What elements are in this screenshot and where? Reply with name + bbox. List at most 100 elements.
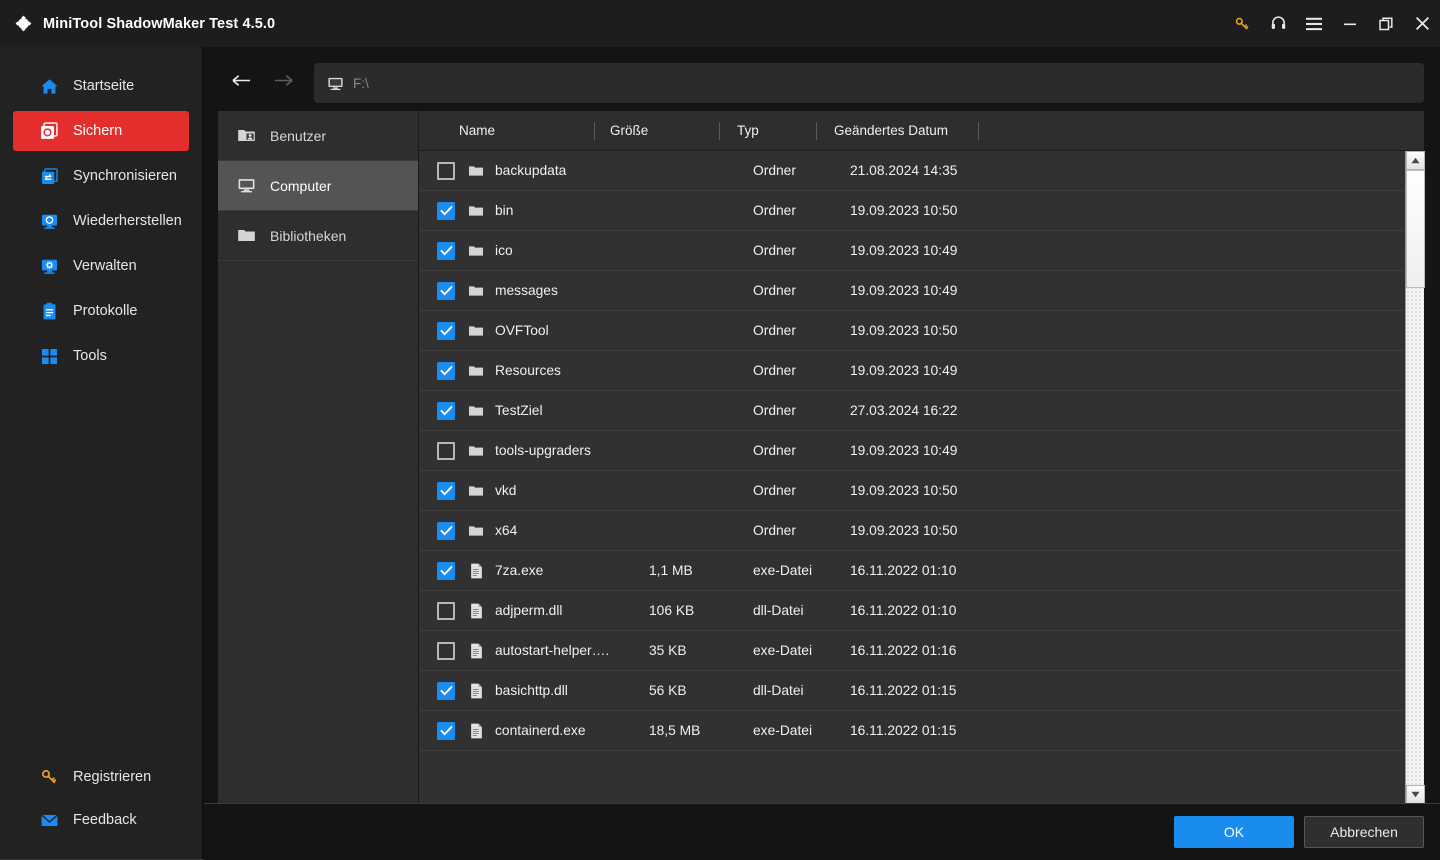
folder-icon	[467, 482, 485, 500]
file-icon	[467, 722, 485, 740]
manage-gear-monitor-icon	[39, 256, 59, 276]
title-bar: MiniTool ShadowMaker Test 4.5.0	[0, 0, 1440, 47]
column-header-size[interactable]: Größe	[595, 111, 720, 151]
close-icon[interactable]	[1404, 0, 1440, 47]
forward-button[interactable]	[262, 63, 304, 103]
table-row[interactable]: containerd.exe 18,5 MB exe-Datei 16.11.2022…	[419, 711, 1424, 751]
back-button[interactable]	[220, 63, 262, 103]
table-row[interactable]: basichttp.dll 56 KB dll-Datei 16.11.2022 01…	[419, 671, 1424, 711]
cell-type: dll-Datei	[753, 683, 804, 698]
scrollbar-track[interactable]	[1406, 170, 1425, 785]
sidebar-item-label: Tools	[73, 348, 107, 364]
scroll-up-arrow-icon[interactable]	[1406, 151, 1425, 170]
tree-item-computer[interactable]: Computer	[218, 161, 418, 211]
row-checkbox[interactable]	[437, 601, 455, 620]
table-row[interactable]: 7za.exe 1,1 MB exe-Datei 16.11.2022 01:10	[419, 551, 1424, 591]
folder-icon	[467, 242, 485, 260]
sidebar-item-verwalten[interactable]: Verwalten	[13, 246, 189, 286]
row-checkbox[interactable]	[437, 161, 455, 180]
column-header-date[interactable]: Geändertes Datum	[817, 111, 979, 151]
row-checkbox[interactable]	[437, 641, 455, 660]
address-bar[interactable]: F:\	[314, 63, 1424, 103]
file-icon	[467, 682, 485, 700]
table-row[interactable]: backupdata Ordner 21.08.2024 14:35	[419, 151, 1424, 191]
table-row[interactable]: tools-upgraders Ordner 19.09.2023 10:49	[419, 431, 1424, 471]
table-row[interactable]: autostart-helper…. 35 KB exe-Datei 16.11.20…	[419, 631, 1424, 671]
table-row[interactable]: messages Ordner 19.09.2023 10:49	[419, 271, 1424, 311]
sidebar-item-tools[interactable]: Tools	[13, 336, 189, 376]
folder-icon	[467, 282, 485, 300]
row-checkbox[interactable]	[437, 401, 455, 420]
file-icon	[467, 602, 485, 620]
sidebar-item-synchronisieren[interactable]: Synchronisieren	[13, 156, 189, 196]
cell-name: 7za.exe	[495, 563, 544, 578]
row-checkbox[interactable]	[437, 321, 455, 340]
row-checkbox[interactable]	[437, 361, 455, 380]
row-checkbox[interactable]	[437, 281, 455, 300]
row-checkbox[interactable]	[437, 481, 455, 500]
file-list-pane: Name Größe Typ Geändertes Datum backupda…	[419, 111, 1425, 804]
minimize-icon[interactable]	[1332, 0, 1368, 47]
headset-icon[interactable]	[1260, 0, 1296, 47]
cancel-button[interactable]: Abbrechen	[1304, 816, 1424, 848]
cell-date: 16.11.2022 01:10	[850, 563, 957, 578]
file-list-header: Name Größe Typ Geändertes Datum	[419, 111, 1424, 151]
cell-date: 16.11.2022 01:15	[850, 683, 957, 698]
sidebar-item-label: Sichern	[73, 123, 123, 139]
navigation-bar: F:\	[220, 63, 1424, 103]
address-path: F:\	[353, 75, 369, 91]
cell-date: 16.11.2022 01:10	[850, 603, 957, 618]
cell-name: vkd	[495, 483, 517, 498]
cell-date: 19.09.2023 10:49	[850, 283, 958, 298]
ok-button[interactable]: OK	[1174, 816, 1294, 848]
cell-date: 16.11.2022 01:15	[850, 723, 957, 738]
table-row[interactable]: bin Ordner 19.09.2023 10:50	[419, 191, 1424, 231]
main-panel: F:\ Benutzer Computer Bibliotheken Name …	[204, 47, 1440, 860]
table-row[interactable]: adjperm.dll 106 KB dll-Datei 16.11.2022 01:…	[419, 591, 1424, 631]
cell-date: 16.11.2022 01:16	[850, 643, 957, 658]
tree-item-bibliotheken[interactable]: Bibliotheken	[218, 211, 418, 261]
row-checkbox[interactable]	[437, 201, 455, 220]
column-header-type[interactable]: Typ	[720, 111, 817, 151]
cell-type: Ordner	[753, 163, 796, 178]
file-list-scrollbar[interactable]	[1405, 151, 1425, 804]
table-row[interactable]: vkd Ordner 19.09.2023 10:50	[419, 471, 1424, 511]
column-header-name[interactable]: Name	[419, 111, 595, 151]
table-row[interactable]: TestZiel Ordner 27.03.2024 16:22	[419, 391, 1424, 431]
table-row[interactable]: OVFTool Ordner 19.09.2023 10:50	[419, 311, 1424, 351]
scrollbar-thumb[interactable]	[1406, 170, 1425, 288]
key-icon[interactable]	[1224, 0, 1260, 47]
cell-name: tools-upgraders	[495, 443, 591, 458]
sidebar-item-label: Protokolle	[73, 303, 138, 319]
dialog-footer: OK Abbrechen	[204, 803, 1440, 860]
sidebar-item-registrieren[interactable]: Registrieren	[13, 758, 189, 796]
cell-name: containerd.exe	[495, 723, 586, 738]
row-checkbox[interactable]	[437, 561, 455, 580]
row-checkbox[interactable]	[437, 721, 455, 740]
cell-type: Ordner	[753, 523, 796, 538]
scroll-down-arrow-icon[interactable]	[1406, 785, 1425, 804]
row-checkbox[interactable]	[437, 441, 455, 460]
tree-item-benutzer[interactable]: Benutzer	[218, 111, 418, 161]
row-checkbox[interactable]	[437, 681, 455, 700]
cell-name: OVFTool	[495, 323, 549, 338]
row-checkbox[interactable]	[437, 521, 455, 540]
sidebar-item-protokolle[interactable]: Protokolle	[13, 291, 189, 331]
sidebar-item-sichern[interactable]: Sichern	[13, 111, 189, 151]
table-row[interactable]: Resources Ordner 19.09.2023 10:49	[419, 351, 1424, 391]
sidebar-item-wiederherstellen[interactable]: Wiederherstellen	[13, 201, 189, 241]
tools-grid-icon	[39, 346, 59, 366]
tree-item-label: Computer	[270, 177, 332, 194]
cell-date: 27.03.2024 16:22	[850, 403, 958, 418]
restore-icon[interactable]	[1368, 0, 1404, 47]
sidebar-item-startseite[interactable]: Startseite	[13, 66, 189, 106]
table-row[interactable]: ico Ordner 19.09.2023 10:49	[419, 231, 1424, 271]
arrow-left-icon	[231, 73, 251, 93]
row-checkbox[interactable]	[437, 241, 455, 260]
sidebar-item-label: Feedback	[73, 812, 137, 828]
table-row[interactable]: x64 Ordner 19.09.2023 10:50	[419, 511, 1424, 551]
sidebar-item-feedback[interactable]: Feedback	[13, 801, 189, 839]
sidebar: Startseite Sichern Synchronisieren Wiede…	[0, 47, 203, 860]
mail-icon	[39, 810, 59, 830]
menu-icon[interactable]	[1296, 0, 1332, 47]
